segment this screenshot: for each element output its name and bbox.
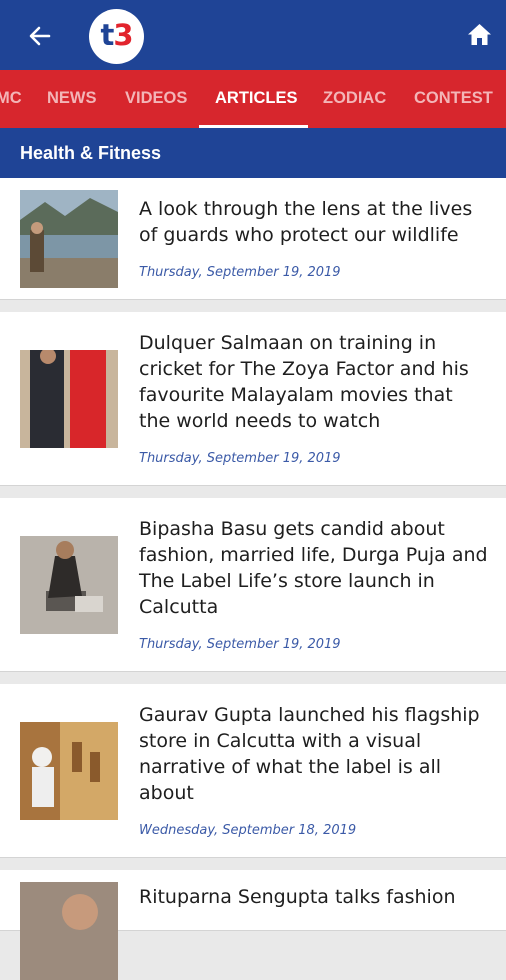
article-title: Gaurav Gupta launched his flagship store… xyxy=(139,704,480,804)
article-date: Thursday, September 19, 2019 xyxy=(139,451,341,466)
article-thumbnail xyxy=(20,722,118,820)
article-thumbnail xyxy=(20,350,118,448)
article-title: A look through the lens at the lives of … xyxy=(139,198,473,246)
tab-contest[interactable]: CONTEST xyxy=(414,70,493,128)
tab-zodiac[interactable]: ZODIAC xyxy=(323,70,386,128)
tab-articles[interactable]: ARTICLES xyxy=(215,70,298,128)
section-title: Health & Fitness xyxy=(20,143,162,163)
arrow-left-icon xyxy=(29,26,51,46)
category-tabs: MC NEWS VIDEOS ARTICLES ZODIAC CONTEST xyxy=(0,70,506,128)
article-card[interactable]: Dulquer Salmaan on training in cricket f… xyxy=(0,312,506,486)
article-title: Dulquer Salmaan on training in cricket f… xyxy=(139,332,469,432)
article-card[interactable]: Rituparna Sengupta talks fashion xyxy=(0,870,506,980)
home-icon xyxy=(468,24,491,45)
article-card[interactable]: A look through the lens at the lives of … xyxy=(0,178,506,300)
tab-videos[interactable]: VIDEOS xyxy=(125,70,187,128)
article-card[interactable]: Bipasha Basu gets candid about fashion, … xyxy=(0,498,506,672)
back-button[interactable] xyxy=(26,22,54,50)
app-header: t3 xyxy=(0,0,506,70)
article-title: Rituparna Sengupta talks fashion xyxy=(139,886,456,908)
tab-mc[interactable]: MC xyxy=(0,70,22,128)
article-date: Wednesday, September 18, 2019 xyxy=(139,823,357,838)
tab-news[interactable]: NEWS xyxy=(47,70,97,128)
logo-text: t3 xyxy=(100,18,133,52)
article-date: Thursday, September 19, 2019 xyxy=(139,265,341,280)
article-thumbnail xyxy=(20,882,118,980)
article-date: Thursday, September 19, 2019 xyxy=(139,637,341,652)
section-header: Health & Fitness xyxy=(0,128,506,178)
article-title: Bipasha Basu gets candid about fashion, … xyxy=(139,518,488,618)
article-card[interactable]: Gaurav Gupta launched his flagship store… xyxy=(0,684,506,858)
home-button[interactable] xyxy=(466,21,493,48)
article-thumbnail xyxy=(20,190,118,288)
app-logo: t3 xyxy=(89,9,144,64)
article-thumbnail xyxy=(20,536,118,634)
